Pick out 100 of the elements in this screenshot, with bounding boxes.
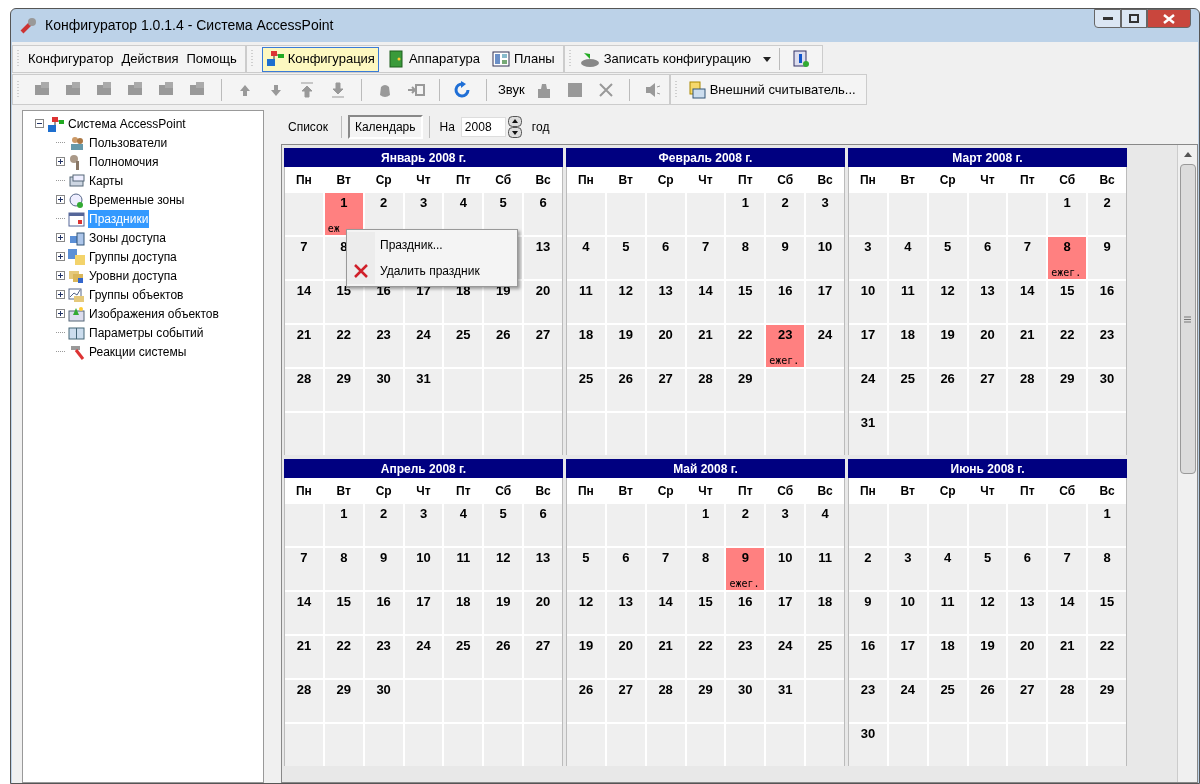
tree-item[interactable]: Полномочия bbox=[88, 152, 160, 171]
day-number: 2 bbox=[781, 195, 789, 211]
day-number: 29 bbox=[738, 371, 753, 387]
day-number: 17 bbox=[817, 283, 833, 299]
day-number: 7 bbox=[1063, 550, 1071, 566]
menu-item[interactable]: Помощь bbox=[182, 49, 241, 69]
day-number: 20 bbox=[658, 327, 673, 343]
day-number: 9 bbox=[380, 550, 388, 566]
day-number: 14 bbox=[296, 283, 312, 299]
day-number: 30 bbox=[376, 682, 391, 698]
context-menu-item[interactable]: Удалить праздник bbox=[347, 258, 517, 284]
view-tab[interactable]: Календарь bbox=[347, 115, 423, 139]
day-number: 2 bbox=[1103, 195, 1111, 211]
day-number: 23 bbox=[1099, 327, 1115, 343]
day-number: 9 bbox=[864, 594, 872, 610]
day-number: 14 bbox=[698, 283, 713, 299]
month-header: Январь 2008 г. bbox=[284, 148, 563, 167]
holiday-note: ежег. bbox=[728, 578, 760, 590]
context-menu-item[interactable]: Праздник... bbox=[347, 232, 517, 258]
tree-item[interactable]: Карты bbox=[88, 171, 125, 190]
holiday-note: ежег. bbox=[1050, 267, 1082, 279]
sound-label: Звук bbox=[498, 80, 525, 99]
day-number: 9 bbox=[741, 550, 749, 566]
day-number: 18 bbox=[900, 327, 915, 343]
day-number: 25 bbox=[900, 371, 915, 387]
day-number: 19 bbox=[578, 638, 594, 654]
day-number: 21 bbox=[1020, 327, 1035, 343]
tree-item[interactable]: Реакции системы bbox=[88, 342, 188, 361]
day-number: 6 bbox=[662, 239, 670, 255]
day-number: 26 bbox=[618, 371, 633, 387]
day-number: 26 bbox=[940, 371, 955, 387]
month-header: Май 2008 г. bbox=[566, 459, 845, 478]
day-number: 19 bbox=[940, 327, 955, 343]
day-number: 16 bbox=[738, 594, 753, 610]
external-reader-button[interactable]: Внешний считыватель... bbox=[681, 77, 862, 102]
day-number: 9 bbox=[781, 239, 789, 255]
day-number: 5 bbox=[499, 195, 507, 211]
day-number: 2 bbox=[864, 550, 872, 566]
tree-item[interactable]: Зоны доступа bbox=[88, 228, 167, 247]
day-number: 13 bbox=[1020, 594, 1035, 610]
day-number: 4 bbox=[944, 550, 952, 566]
day-number: 4 bbox=[459, 506, 467, 522]
day-number: 21 bbox=[296, 638, 312, 654]
day-number: 18 bbox=[456, 594, 471, 610]
day-number: 10 bbox=[817, 239, 833, 255]
menu-item[interactable]: Конфигуратор bbox=[24, 49, 118, 69]
tree-item[interactable]: Группы доступа bbox=[88, 247, 178, 266]
day-number: 23 bbox=[376, 638, 391, 654]
month-header: Апрель 2008 г. bbox=[284, 459, 563, 478]
tree-item[interactable]: Уровни доступа bbox=[88, 266, 178, 285]
day-number: 26 bbox=[495, 327, 511, 343]
day-number: 8 bbox=[1103, 550, 1111, 566]
tree-item[interactable]: Параметры событий bbox=[88, 323, 205, 342]
window-title: Конфигуратор 1.0.1.4 - Система AccessPoint bbox=[45, 16, 334, 35]
day-number: 27 bbox=[535, 327, 551, 343]
day-number: 28 bbox=[296, 682, 312, 698]
menu-item[interactable]: Действия bbox=[117, 49, 183, 69]
day-number: 13 bbox=[535, 550, 551, 566]
day-number: 3 bbox=[864, 239, 872, 255]
section-tab[interactable]: Конфигурация bbox=[261, 46, 379, 72]
day-number: 11 bbox=[900, 283, 915, 299]
day-number: 29 bbox=[336, 371, 351, 387]
day-number: 28 bbox=[698, 371, 713, 387]
day-number: 15 bbox=[1059, 283, 1075, 299]
day-number: 29 bbox=[1059, 371, 1075, 387]
day-number: 8 bbox=[1063, 239, 1071, 255]
day-number: 7 bbox=[662, 550, 670, 566]
view-tab[interactable]: Список bbox=[281, 115, 335, 139]
day-number: 1 bbox=[340, 506, 348, 522]
day-number: 20 bbox=[535, 594, 551, 610]
day-number: 2 bbox=[380, 195, 388, 211]
tree-item[interactable]: Система AccessPoint bbox=[67, 114, 187, 133]
day-number: 21 bbox=[1059, 638, 1075, 654]
tree-item[interactable]: Изображения объектов bbox=[88, 304, 220, 323]
day-number: 31 bbox=[777, 682, 793, 698]
day-number: 25 bbox=[940, 682, 955, 698]
day-number: 28 bbox=[296, 371, 312, 387]
day-number: 6 bbox=[539, 506, 547, 522]
section-tab[interactable]: Аппаратура bbox=[382, 46, 484, 72]
day-number: 28 bbox=[658, 682, 673, 698]
tree-item[interactable]: Временные зоны bbox=[88, 190, 186, 209]
day-number: 5 bbox=[582, 550, 590, 566]
day-number: 1 bbox=[340, 195, 348, 211]
day-number: 4 bbox=[459, 195, 467, 211]
day-number: 7 bbox=[300, 239, 308, 255]
day-number: 29 bbox=[1099, 682, 1115, 698]
year-field[interactable]: 2008 bbox=[460, 117, 506, 137]
day-number: 2 bbox=[741, 506, 749, 522]
tree-item[interactable]: Группы объектов bbox=[88, 285, 185, 304]
day-number: 23 bbox=[777, 327, 793, 343]
day-number: 14 bbox=[1020, 283, 1035, 299]
day-number: 5 bbox=[499, 506, 507, 522]
year-suffix: год bbox=[531, 119, 550, 136]
day-number: 21 bbox=[658, 638, 673, 654]
write-config-button[interactable]: Записать конфигурацию bbox=[575, 46, 776, 72]
day-number: 12 bbox=[618, 283, 633, 299]
day-number: 17 bbox=[416, 594, 431, 610]
day-number: 31 bbox=[860, 415, 876, 431]
tree-item[interactable]: Пользователи bbox=[88, 133, 169, 152]
section-tab[interactable]: Планы bbox=[488, 46, 559, 72]
